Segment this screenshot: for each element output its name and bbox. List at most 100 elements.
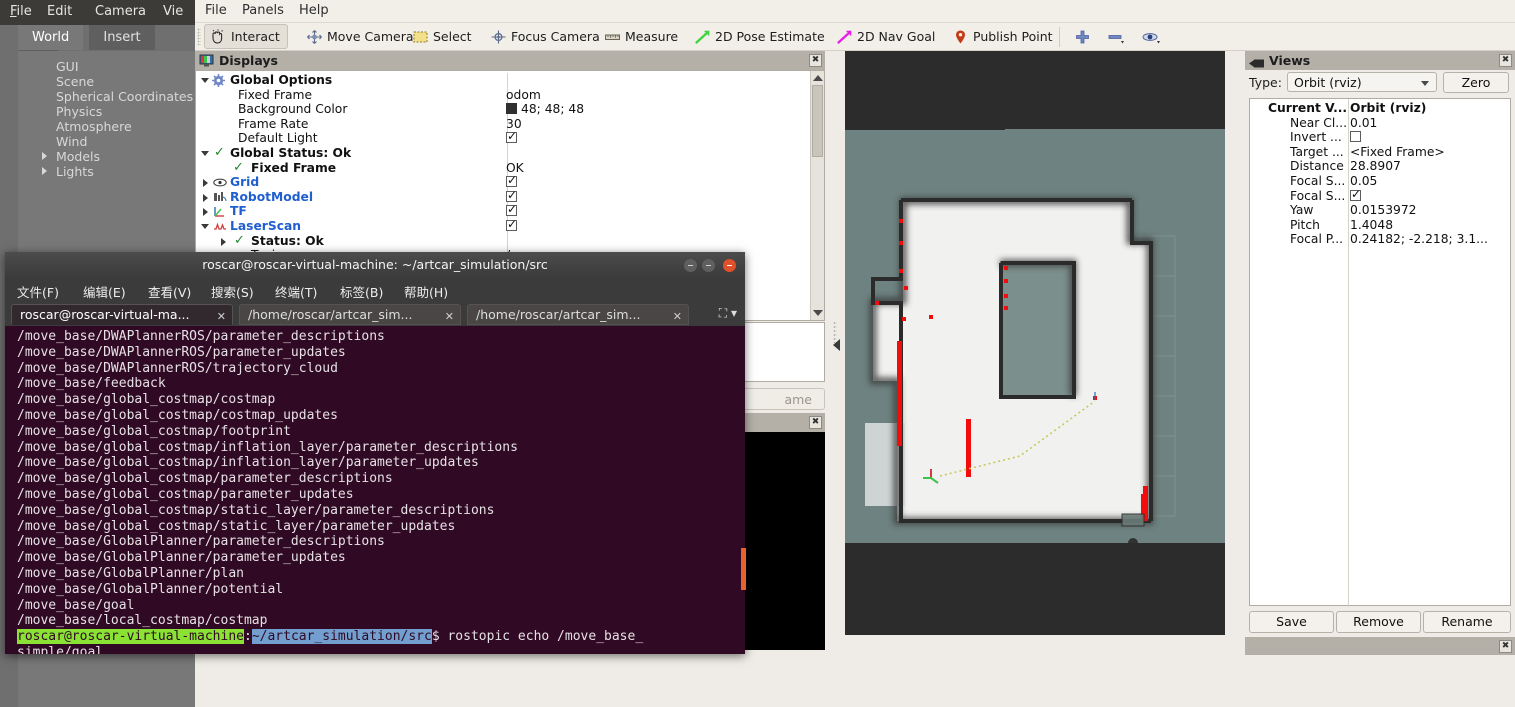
view-row-yaw[interactable]: Yaw 0.0153972 <box>1250 203 1510 218</box>
chevron-down-icon[interactable] <box>201 223 209 229</box>
terminal-tab-1[interactable]: /home/roscar/artcar_sim... ✕ <box>239 304 461 325</box>
gazebo-tree-item[interactable]: Atmosphere <box>18 119 195 134</box>
gazebo-tree-item[interactable]: Physics <box>18 104 195 119</box>
gazebo-menu-edit[interactable]: Edit <box>47 4 72 19</box>
chevron-right-icon[interactable] <box>203 179 208 188</box>
tool-publish-point[interactable]: Publish Point <box>947 25 1060 49</box>
display-row-tf[interactable]: TF <box>196 202 810 219</box>
display-row-grid[interactable]: Grid <box>196 173 810 190</box>
tool-select[interactable]: Select <box>407 25 479 49</box>
tool-focus-camera[interactable]: Focus Camera <box>485 25 607 49</box>
display-row-fixed-frame[interactable]: Fixed Frame odom <box>196 88 810 103</box>
grid-checkbox[interactable] <box>506 173 517 188</box>
gazebo-tree-item[interactable]: Spherical Coordinates <box>18 89 195 104</box>
rviz-menu-help[interactable]: Help <box>299 3 329 18</box>
chevron-right-icon[interactable] <box>203 208 208 217</box>
display-row-frame-rate[interactable]: Frame Rate 30 <box>196 117 810 132</box>
tool-view-visibility[interactable] <box>1137 25 1171 49</box>
terminal-menu-terminal[interactable]: 终端(T) <box>275 282 317 301</box>
gazebo-menu-camera[interactable]: Camera <box>95 4 146 19</box>
chevron-down-icon[interactable] <box>201 150 209 156</box>
panel-splitter[interactable] <box>827 51 845 647</box>
display-row-global-status[interactable]: ✓ Global Status: Ok <box>196 145 810 161</box>
view-row-distance[interactable]: Distance 28.8907 <box>1250 159 1510 174</box>
tool-2d-pose-estimate[interactable]: 2D Pose Estimate <box>689 25 832 49</box>
display-row-robotmodel[interactable]: RobotModel <box>196 188 810 205</box>
scroll-up-arrow-icon[interactable] <box>813 75 823 81</box>
view-row-target-frame[interactable]: Target ... <Fixed Frame> <box>1250 145 1510 160</box>
gazebo-tree-item[interactable]: Models <box>18 149 195 164</box>
terminal-menu-help[interactable]: 帮助(H) <box>404 282 448 301</box>
chevron-right-icon[interactable] <box>221 237 226 246</box>
minimize-button[interactable] <box>684 259 697 272</box>
default-light-checkbox[interactable] <box>506 129 517 144</box>
terminal-tab-2[interactable]: /home/roscar/artcar_sim... ✕ <box>467 304 689 325</box>
tool-2d-nav-goal[interactable]: 2D Nav Goal <box>831 25 942 49</box>
new-tab-icon[interactable]: ⛶ ▾ <box>719 306 737 321</box>
terminal-menu-tabs[interactable]: 标签(B) <box>340 282 383 301</box>
close-icon[interactable]: ✕ <box>673 307 682 326</box>
views-close-button[interactable]: ✖ <box>1499 54 1512 67</box>
zero-button[interactable]: Zero <box>1443 72 1509 93</box>
close-icon[interactable]: ✕ <box>445 307 454 326</box>
terminal-menu-view[interactable]: 查看(V) <box>148 282 191 301</box>
tool-interact[interactable]: Interact <box>204 24 288 49</box>
render-view-3d[interactable] <box>845 51 1225 635</box>
chevron-right-icon[interactable] <box>42 152 47 160</box>
views-tree[interactable]: Current V... Orbit (rviz) Near Cl... 0.0… <box>1249 98 1511 607</box>
terminal-menu-edit[interactable]: 编辑(E) <box>83 282 126 301</box>
laserscan-checkbox[interactable] <box>506 217 517 231</box>
view-row-focal-shape-fixed[interactable]: Focal S... <box>1250 187 1510 204</box>
display-row-global-options[interactable]: Global Options <box>196 73 810 88</box>
terminal-output[interactable]: /move_base/DWAPlannerROS/parameter_descr… <box>5 326 745 654</box>
gazebo-tab-insert[interactable]: Insert <box>89 25 155 50</box>
gazebo-menu-file[interactable]: File <box>10 4 32 19</box>
scrollbar-thumb[interactable] <box>812 85 823 157</box>
chevron-down-icon[interactable] <box>201 78 209 83</box>
display-row-laserscan[interactable]: LaserScan <box>196 217 810 234</box>
maximize-button[interactable] <box>702 259 715 272</box>
tool-measure[interactable]: Measure <box>599 25 685 49</box>
save-view-button[interactable]: Save <box>1249 611 1334 633</box>
terminal-window[interactable]: roscar@roscar-virtual-machine: ~/artcar_… <box>5 252 745 654</box>
robotmodel-checkbox[interactable] <box>506 188 517 202</box>
chevron-right-icon[interactable] <box>203 193 208 202</box>
toolbar-grip[interactable] <box>197 28 201 46</box>
view-row-near-clip[interactable]: Near Cl... 0.01 <box>1250 116 1510 131</box>
rename-view-button[interactable]: Rename <box>1423 611 1511 633</box>
display-row-laserscan-status[interactable]: ✓ Status: Ok <box>196 233 810 249</box>
view-row-focal-point[interactable]: Focal P... 0.24182; -2.218; 3.1... <box>1250 232 1510 247</box>
view-row-invert-z[interactable]: Invert ... <box>1250 130 1510 145</box>
display-row-default-light[interactable]: Default Light <box>196 129 810 146</box>
terminal-menu-search[interactable]: 搜索(S) <box>211 282 254 301</box>
terminal-menu-file[interactable]: 文件(F) <box>17 282 59 301</box>
collapse-left-arrow-icon[interactable] <box>833 339 840 351</box>
rviz-menu-panels[interactable]: Panels <box>242 3 284 18</box>
gazebo-tree-item[interactable]: GUI <box>18 59 195 74</box>
bottom-panel-close-button[interactable]: ✖ <box>1499 640 1512 653</box>
rviz-menu-file[interactable]: File <box>205 3 227 18</box>
camera-close-button[interactable]: ✖ <box>809 416 822 429</box>
scroll-down-arrow-icon[interactable] <box>813 310 823 316</box>
focal-shape-fixed-checkbox[interactable] <box>1350 187 1361 201</box>
display-row-status-fixed-frame[interactable]: ✓ Fixed Frame OK <box>196 160 810 176</box>
gazebo-tree-item[interactable]: Wind <box>18 134 195 149</box>
gazebo-tree-item[interactable]: Lights <box>18 164 195 179</box>
tf-checkbox[interactable] <box>506 202 517 217</box>
chevron-down-icon[interactable] <box>1421 81 1429 86</box>
invert-z-checkbox[interactable] <box>1350 131 1361 143</box>
gazebo-tree-item[interactable]: Scene <box>18 74 195 89</box>
close-icon[interactable]: ✕ <box>217 307 226 326</box>
chevron-right-icon[interactable] <box>42 167 47 175</box>
terminal-tab-0[interactable]: roscar@roscar-virtual-ma... ✕ <box>11 304 233 325</box>
displays-close-button[interactable]: ✖ <box>809 54 822 67</box>
view-row-pitch[interactable]: Pitch 1.4048 <box>1250 218 1510 233</box>
terminal-titlebar[interactable]: roscar@roscar-virtual-machine: ~/artcar_… <box>5 252 745 278</box>
displays-scrollbar[interactable] <box>810 71 824 320</box>
tool-add-display[interactable] <box>1067 25 1097 49</box>
view-type-select[interactable]: Orbit (rviz) <box>1287 72 1437 92</box>
tool-remove-display[interactable] <box>1103 25 1133 49</box>
view-row-focal-shape-size[interactable]: Focal S... 0.05 <box>1250 174 1510 189</box>
gazebo-tab-world[interactable]: World <box>18 25 84 50</box>
close-button[interactable] <box>723 259 736 272</box>
